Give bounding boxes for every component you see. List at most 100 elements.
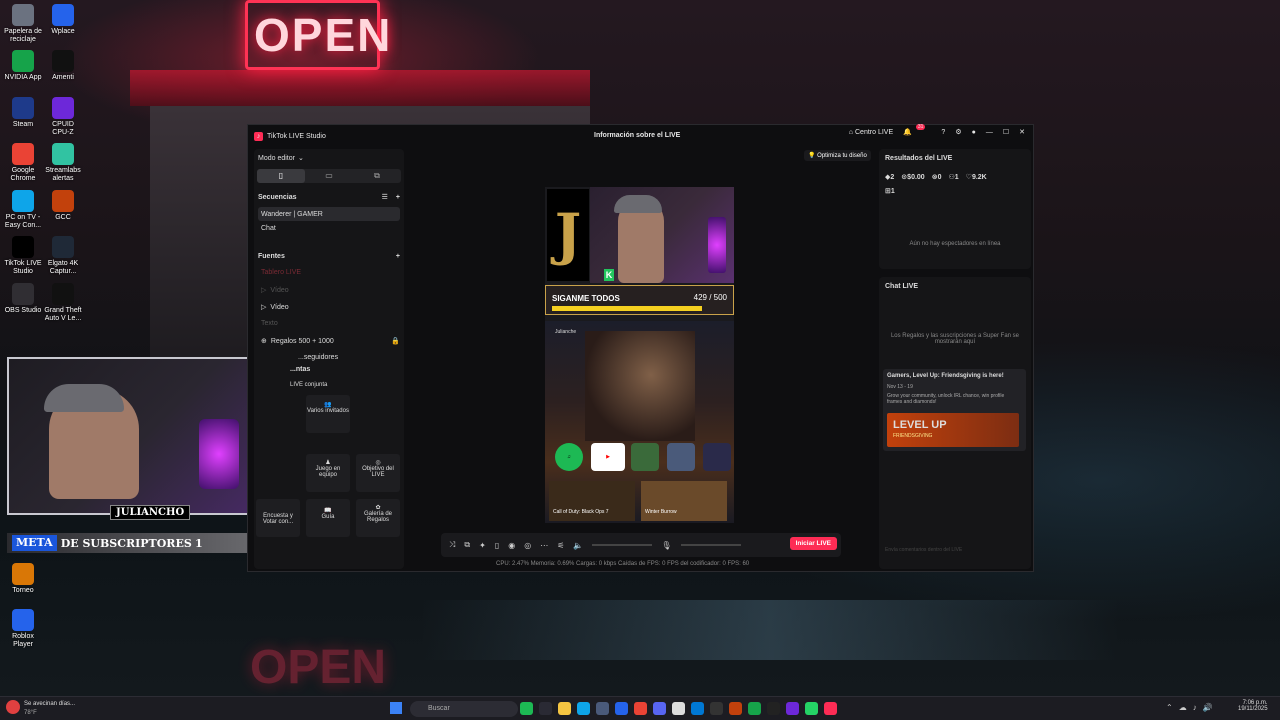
folder-icon[interactable] bbox=[558, 702, 571, 715]
chat-input[interactable]: Envía comentarios dentro del LIVE bbox=[885, 547, 962, 553]
effects-icon[interactable]: ✦ bbox=[479, 541, 486, 550]
portrait-icon[interactable]: ▯ bbox=[257, 169, 305, 183]
clock[interactable]: 7:06 p.m. 19/11/2025 bbox=[1238, 700, 1268, 712]
system-tray-icons[interactable]: ⌃☁♪🔊 bbox=[1166, 703, 1219, 712]
streamlabs-icon bbox=[52, 143, 74, 165]
notepad-icon[interactable] bbox=[672, 702, 685, 715]
promo-card[interactable]: Gamers, Level Up: Friendsgiving is here!… bbox=[883, 369, 1026, 451]
obs-icon[interactable] bbox=[710, 702, 723, 715]
chrome-icon[interactable] bbox=[634, 702, 647, 715]
desktop-icon[interactable]: PC on TV - Easy Con... bbox=[4, 190, 42, 230]
settings-sliders-icon[interactable]: ⚟ bbox=[557, 541, 564, 550]
skate-icon bbox=[667, 443, 695, 471]
excel-icon[interactable] bbox=[748, 702, 761, 715]
more-icon[interactable]: ⋯ bbox=[540, 541, 548, 550]
desktop-icon[interactable]: NVIDIA App bbox=[4, 50, 42, 82]
source-item[interactable]: Tablero LIVE bbox=[258, 269, 400, 276]
tool-team-game[interactable]: ♟ Juego en equipo bbox=[306, 454, 350, 492]
tool-live-goal[interactable]: ◎ Objetivo del LIVE bbox=[356, 454, 400, 492]
desktop-icon[interactable]: Streamlabs alertas bbox=[44, 143, 82, 183]
edge-icon[interactable] bbox=[577, 702, 590, 715]
taskbar-apps bbox=[520, 702, 837, 715]
steam-icon[interactable] bbox=[596, 702, 609, 715]
left-panel: Modo editor ⌄ ▯ ▭ ⧉ Secuencias ☰ + Wanderer… bbox=[254, 149, 404, 569]
photos-icon[interactable] bbox=[691, 702, 704, 715]
gcc-icon[interactable] bbox=[729, 702, 742, 715]
desktop-icon-label: TikTok LIVE Studio bbox=[4, 260, 42, 275]
live-conjunta-label[interactable]: LIVE conjunta bbox=[258, 382, 400, 388]
desktop-icon-label: Roblox Player bbox=[12, 633, 34, 648]
j-crown-logo: J bbox=[547, 189, 589, 281]
maximize-icon[interactable]: ☐ bbox=[1003, 128, 1009, 136]
desktop-icon[interactable]: TikTok LIVE Studio bbox=[4, 236, 42, 276]
close-icon[interactable]: ✕ bbox=[1019, 128, 1025, 136]
landscape-icon[interactable]: ▭ bbox=[305, 169, 353, 183]
desktop-icon[interactable]: Torneo bbox=[4, 563, 42, 595]
twitch-icon[interactable] bbox=[786, 702, 799, 715]
desktop-icon[interactable]: Wplace bbox=[44, 4, 82, 36]
desktop-icon[interactable]: GCC bbox=[44, 190, 82, 222]
source-item[interactable]: Texto bbox=[258, 320, 400, 327]
desktop-icon-label: NVIDIA App bbox=[4, 74, 42, 81]
weather-title[interactable]: Se avecinan días... bbox=[24, 701, 75, 707]
centro-live-button[interactable]: Centro LIVE bbox=[855, 129, 893, 136]
live-preview-canvas[interactable]: J K SIGANME TODOS 429 / 500 Julianche ♫ … bbox=[545, 187, 734, 523]
desktop-icon[interactable]: Amenti bbox=[44, 50, 82, 82]
desktop-icon[interactable]: Steam bbox=[4, 97, 42, 129]
gear-icon[interactable]: ⚙ bbox=[955, 128, 961, 136]
desktop-icon[interactable]: OBS Studio bbox=[4, 283, 42, 315]
help-icon[interactable]: ? bbox=[941, 129, 945, 136]
home-icon[interactable]: ⌂ bbox=[849, 129, 853, 136]
avatar[interactable]: ● bbox=[972, 129, 976, 136]
add-sequence-icon[interactable]: + bbox=[396, 194, 400, 201]
chrome-icon bbox=[12, 143, 34, 165]
speaker-icon[interactable]: 🔈 bbox=[573, 541, 583, 550]
tool-poll[interactable]: Encuesta y Votar con... bbox=[256, 499, 300, 537]
whatsapp-icon[interactable] bbox=[805, 702, 818, 715]
app-icon[interactable] bbox=[767, 702, 780, 715]
mic-icon[interactable]: 🎙 bbox=[661, 541, 671, 550]
viewers-icon: ⊗0 bbox=[931, 174, 942, 181]
windows-start-icon[interactable] bbox=[390, 702, 402, 714]
source-item[interactable]: ▷ Vídeo bbox=[258, 303, 400, 312]
gcc-icon bbox=[52, 190, 74, 212]
source-item[interactable]: ⊕ Regalos 500 + 1000 🔒 bbox=[258, 337, 400, 346]
store-icon[interactable] bbox=[615, 702, 628, 715]
bell-icon[interactable]: 🔔 bbox=[903, 128, 912, 136]
live-info-title[interactable]: Información sobre el LIVE bbox=[594, 132, 680, 139]
record-icon[interactable]: ◉ bbox=[508, 541, 515, 550]
scene-icon[interactable]: ⧉ bbox=[464, 540, 470, 550]
add-source-icon[interactable]: + bbox=[396, 253, 400, 260]
shuffle-icon[interactable]: ⤨ bbox=[449, 540, 455, 550]
search-input[interactable]: Buscar bbox=[410, 701, 518, 717]
desktop-icon[interactable]: Grand Theft Auto V Le... bbox=[44, 283, 82, 323]
desktop-icon[interactable]: CPUID CPU-Z bbox=[44, 97, 82, 137]
weather-icon[interactable] bbox=[6, 700, 20, 714]
layout-icon[interactable]: ⧉ bbox=[353, 169, 401, 183]
source-item[interactable]: ...seguidores bbox=[258, 354, 400, 361]
editor-mode-dropdown[interactable]: Modo editor ⌄ bbox=[258, 154, 400, 163]
sequence-item[interactable]: Chat bbox=[258, 225, 400, 232]
stream-icon[interactable]: ◎ bbox=[524, 541, 531, 550]
lock-icon[interactable]: 🔒 bbox=[391, 337, 400, 345]
spotify-icon[interactable] bbox=[520, 702, 533, 715]
desktop-icon[interactable]: Papelera de reciclaje bbox=[4, 4, 42, 44]
optimize-design-button[interactable]: 💡 Optimiza tu diseño bbox=[804, 150, 871, 161]
desktop-icon[interactable]: Roblox Player bbox=[4, 609, 42, 649]
list-icon[interactable]: ☰ bbox=[382, 193, 388, 201]
tiktok-icon[interactable] bbox=[824, 702, 837, 715]
volume-slider[interactable] bbox=[592, 544, 653, 546]
phone-icon[interactable]: ▯ bbox=[495, 541, 499, 550]
tool-multi-guest[interactable]: 👥 Varios invitados bbox=[306, 395, 350, 433]
media-icon[interactable] bbox=[539, 702, 552, 715]
tool-guide[interactable]: 📖 Guía bbox=[306, 499, 350, 537]
desktop-icon[interactable]: Elgato 4K Captur... bbox=[44, 236, 82, 276]
minimize-icon[interactable]: — bbox=[986, 129, 993, 136]
go-live-button[interactable]: Iniciar LIVE bbox=[789, 537, 837, 550]
desktop-icon[interactable]: Google Chrome bbox=[4, 143, 42, 183]
mic-slider[interactable] bbox=[680, 544, 741, 546]
source-item[interactable]: ▷ Vídeo bbox=[258, 286, 400, 295]
tool-gift-gallery[interactable]: ✿ Galería de Regalos bbox=[356, 499, 400, 537]
discord-icon[interactable] bbox=[653, 702, 666, 715]
sequence-item[interactable]: Wanderer | GAMER bbox=[258, 207, 400, 221]
